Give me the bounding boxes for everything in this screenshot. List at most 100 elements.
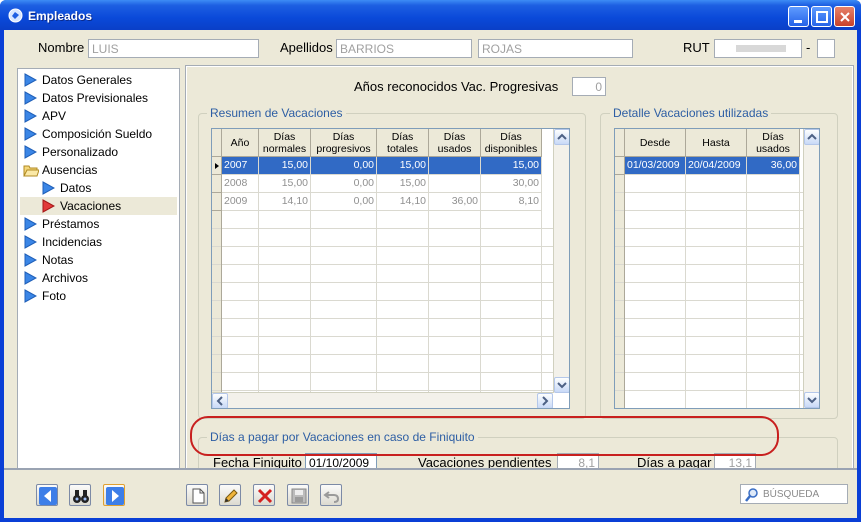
arrow-right-icon <box>42 181 55 195</box>
table-cell[interactable]: 30,00 <box>481 175 542 193</box>
table-cell[interactable]: 0,00 <box>311 157 377 175</box>
table-cell[interactable]: 15,00 <box>259 175 311 193</box>
column-header-hasta[interactable]: Hasta <box>686 129 747 157</box>
scroll-right-button[interactable] <box>537 393 553 408</box>
minimize-button[interactable] <box>788 6 809 27</box>
scroll-up-button[interactable] <box>804 129 819 145</box>
sidebar-item-composicion-sueldo[interactable]: Composición Sueldo <box>20 125 177 143</box>
rut-dv-field[interactable] <box>817 39 835 58</box>
sidebar-item-archivos[interactable]: Archivos <box>20 269 177 287</box>
column-header-desde[interactable]: Desde <box>625 129 686 157</box>
chevron-up-icon <box>557 133 567 140</box>
resumen-vertical-scrollbar[interactable] <box>553 129 569 393</box>
sidebar-item-datos-generales[interactable]: Datos Generales <box>20 71 177 89</box>
scroll-up-button[interactable] <box>554 129 569 145</box>
table-cell[interactable]: 15,00 <box>481 157 542 175</box>
column-header-dias-progresivos[interactable]: Días progresivos <box>311 129 377 157</box>
resumen-vacaciones-grid[interactable]: Año Días normales Días progresivos Días … <box>211 128 570 409</box>
next-record-button[interactable] <box>103 484 125 506</box>
table-cell[interactable]: 2007 <box>222 157 259 175</box>
search-placeholder: BÚSQUEDA <box>763 489 820 500</box>
nombre-field[interactable]: LUIS <box>88 39 259 58</box>
chevron-down-icon <box>807 397 817 404</box>
row-indicator[interactable] <box>615 157 625 175</box>
current-row-icon <box>215 163 219 169</box>
highlight-annotation <box>190 416 779 456</box>
detalle-vacaciones-title: Detalle Vacaciones utilizadas <box>610 106 772 120</box>
anos-reconocidos-field[interactable]: 0 <box>572 77 606 96</box>
edit-record-button[interactable] <box>219 484 241 506</box>
sidebar-item-apv[interactable]: APV <box>20 107 177 125</box>
grid-corner <box>615 129 625 157</box>
row-indicator[interactable] <box>212 157 222 175</box>
column-header-dias-normales[interactable]: Días normales <box>259 129 311 157</box>
table-cell[interactable]: 01/03/2009 <box>625 157 686 175</box>
scroll-left-button[interactable] <box>212 393 228 408</box>
resumen-vacaciones-title: Resumen de Vacaciones <box>207 106 346 120</box>
table-cell[interactable]: 0,00 <box>311 175 377 193</box>
sidebar-item-label: Ausencias <box>42 163 98 177</box>
column-header-dias-disponibles[interactable]: Días disponibles <box>481 129 542 157</box>
table-cell[interactable]: 36,00 <box>747 157 800 175</box>
table-cell[interactable]: 14,10 <box>259 193 311 211</box>
folder-open-icon <box>23 165 39 177</box>
scroll-down-button[interactable] <box>804 392 819 408</box>
sidebar-item-vacaciones[interactable]: Vacaciones <box>20 197 177 215</box>
table-cell[interactable]: 8,10 <box>481 193 542 211</box>
table-cell[interactable]: 0,00 <box>311 193 377 211</box>
sidebar-item-personalizado[interactable]: Personalizado <box>20 143 177 161</box>
search-input[interactable]: BÚSQUEDA <box>740 484 848 504</box>
window-title: Empleados <box>28 9 93 23</box>
row-indicator[interactable] <box>212 175 222 193</box>
undo-button[interactable] <box>320 484 342 506</box>
rut-field[interactable] <box>714 39 802 58</box>
sidebar-item-label: Archivos <box>42 271 89 285</box>
table-cell[interactable]: 14,10 <box>377 193 429 211</box>
arrow-right-icon <box>24 127 37 141</box>
apellido-paterno-field[interactable]: BARRIOS <box>336 39 472 58</box>
resumen-horizontal-scrollbar[interactable] <box>212 392 553 408</box>
table-cell[interactable]: 36,00 <box>429 193 481 211</box>
arrow-right-icon <box>24 145 37 159</box>
column-header-dias-totales[interactable]: Días totales <box>377 129 429 157</box>
sidebar-item-incidencias[interactable]: Incidencias <box>20 233 177 251</box>
scroll-down-button[interactable] <box>554 377 569 393</box>
new-record-button[interactable] <box>186 484 208 506</box>
arrow-right-icon <box>24 253 37 267</box>
nombre-label: Nombre <box>38 40 85 55</box>
sidebar-item-datos[interactable]: Datos <box>20 179 177 197</box>
apellido-materno-field[interactable]: ROJAS <box>478 39 633 58</box>
sidebar-item-foto[interactable]: Foto <box>20 287 177 305</box>
column-header-dias-usados[interactable]: Días usados <box>429 129 481 157</box>
sidebar-item-datos-previsionales[interactable]: Datos Previsionales <box>20 89 177 107</box>
arrow-left-icon <box>39 487 57 505</box>
column-header-ano[interactable]: Año <box>222 129 259 157</box>
chevron-down-icon <box>557 382 567 389</box>
find-button[interactable] <box>69 484 91 506</box>
table-cell[interactable]: 15,00 <box>259 157 311 175</box>
delete-x-icon <box>257 488 273 504</box>
table-cell[interactable]: 20/04/2009 <box>686 157 747 175</box>
table-cell[interactable] <box>429 175 481 193</box>
sidebar-nav: Datos Generales Datos Previsionales APV … <box>17 68 180 495</box>
table-cell[interactable]: 15,00 <box>377 175 429 193</box>
table-cell[interactable]: 2009 <box>222 193 259 211</box>
sidebar-item-ausencias[interactable]: Ausencias <box>20 161 177 179</box>
detalle-vacaciones-grid[interactable]: Desde Hasta Días usados 01/03/2009 20/04… <box>614 128 820 409</box>
title-bar[interactable]: Empleados <box>0 0 861 30</box>
sidebar-item-notas[interactable]: Notas <box>20 251 177 269</box>
maximize-button[interactable] <box>811 6 832 27</box>
previous-record-button[interactable] <box>36 484 58 506</box>
empty-rows <box>615 175 804 408</box>
arrow-right-icon <box>24 289 37 303</box>
table-cell[interactable] <box>429 157 481 175</box>
save-button[interactable] <box>287 484 309 506</box>
close-button[interactable] <box>834 6 855 27</box>
detalle-vertical-scrollbar[interactable] <box>803 129 819 408</box>
sidebar-item-prestamos[interactable]: Préstamos <box>20 215 177 233</box>
delete-record-button[interactable] <box>253 484 275 506</box>
column-header-dias-usados[interactable]: Días usados <box>747 129 800 157</box>
table-cell[interactable]: 15,00 <box>377 157 429 175</box>
row-indicator[interactable] <box>212 193 222 211</box>
table-cell[interactable]: 2008 <box>222 175 259 193</box>
